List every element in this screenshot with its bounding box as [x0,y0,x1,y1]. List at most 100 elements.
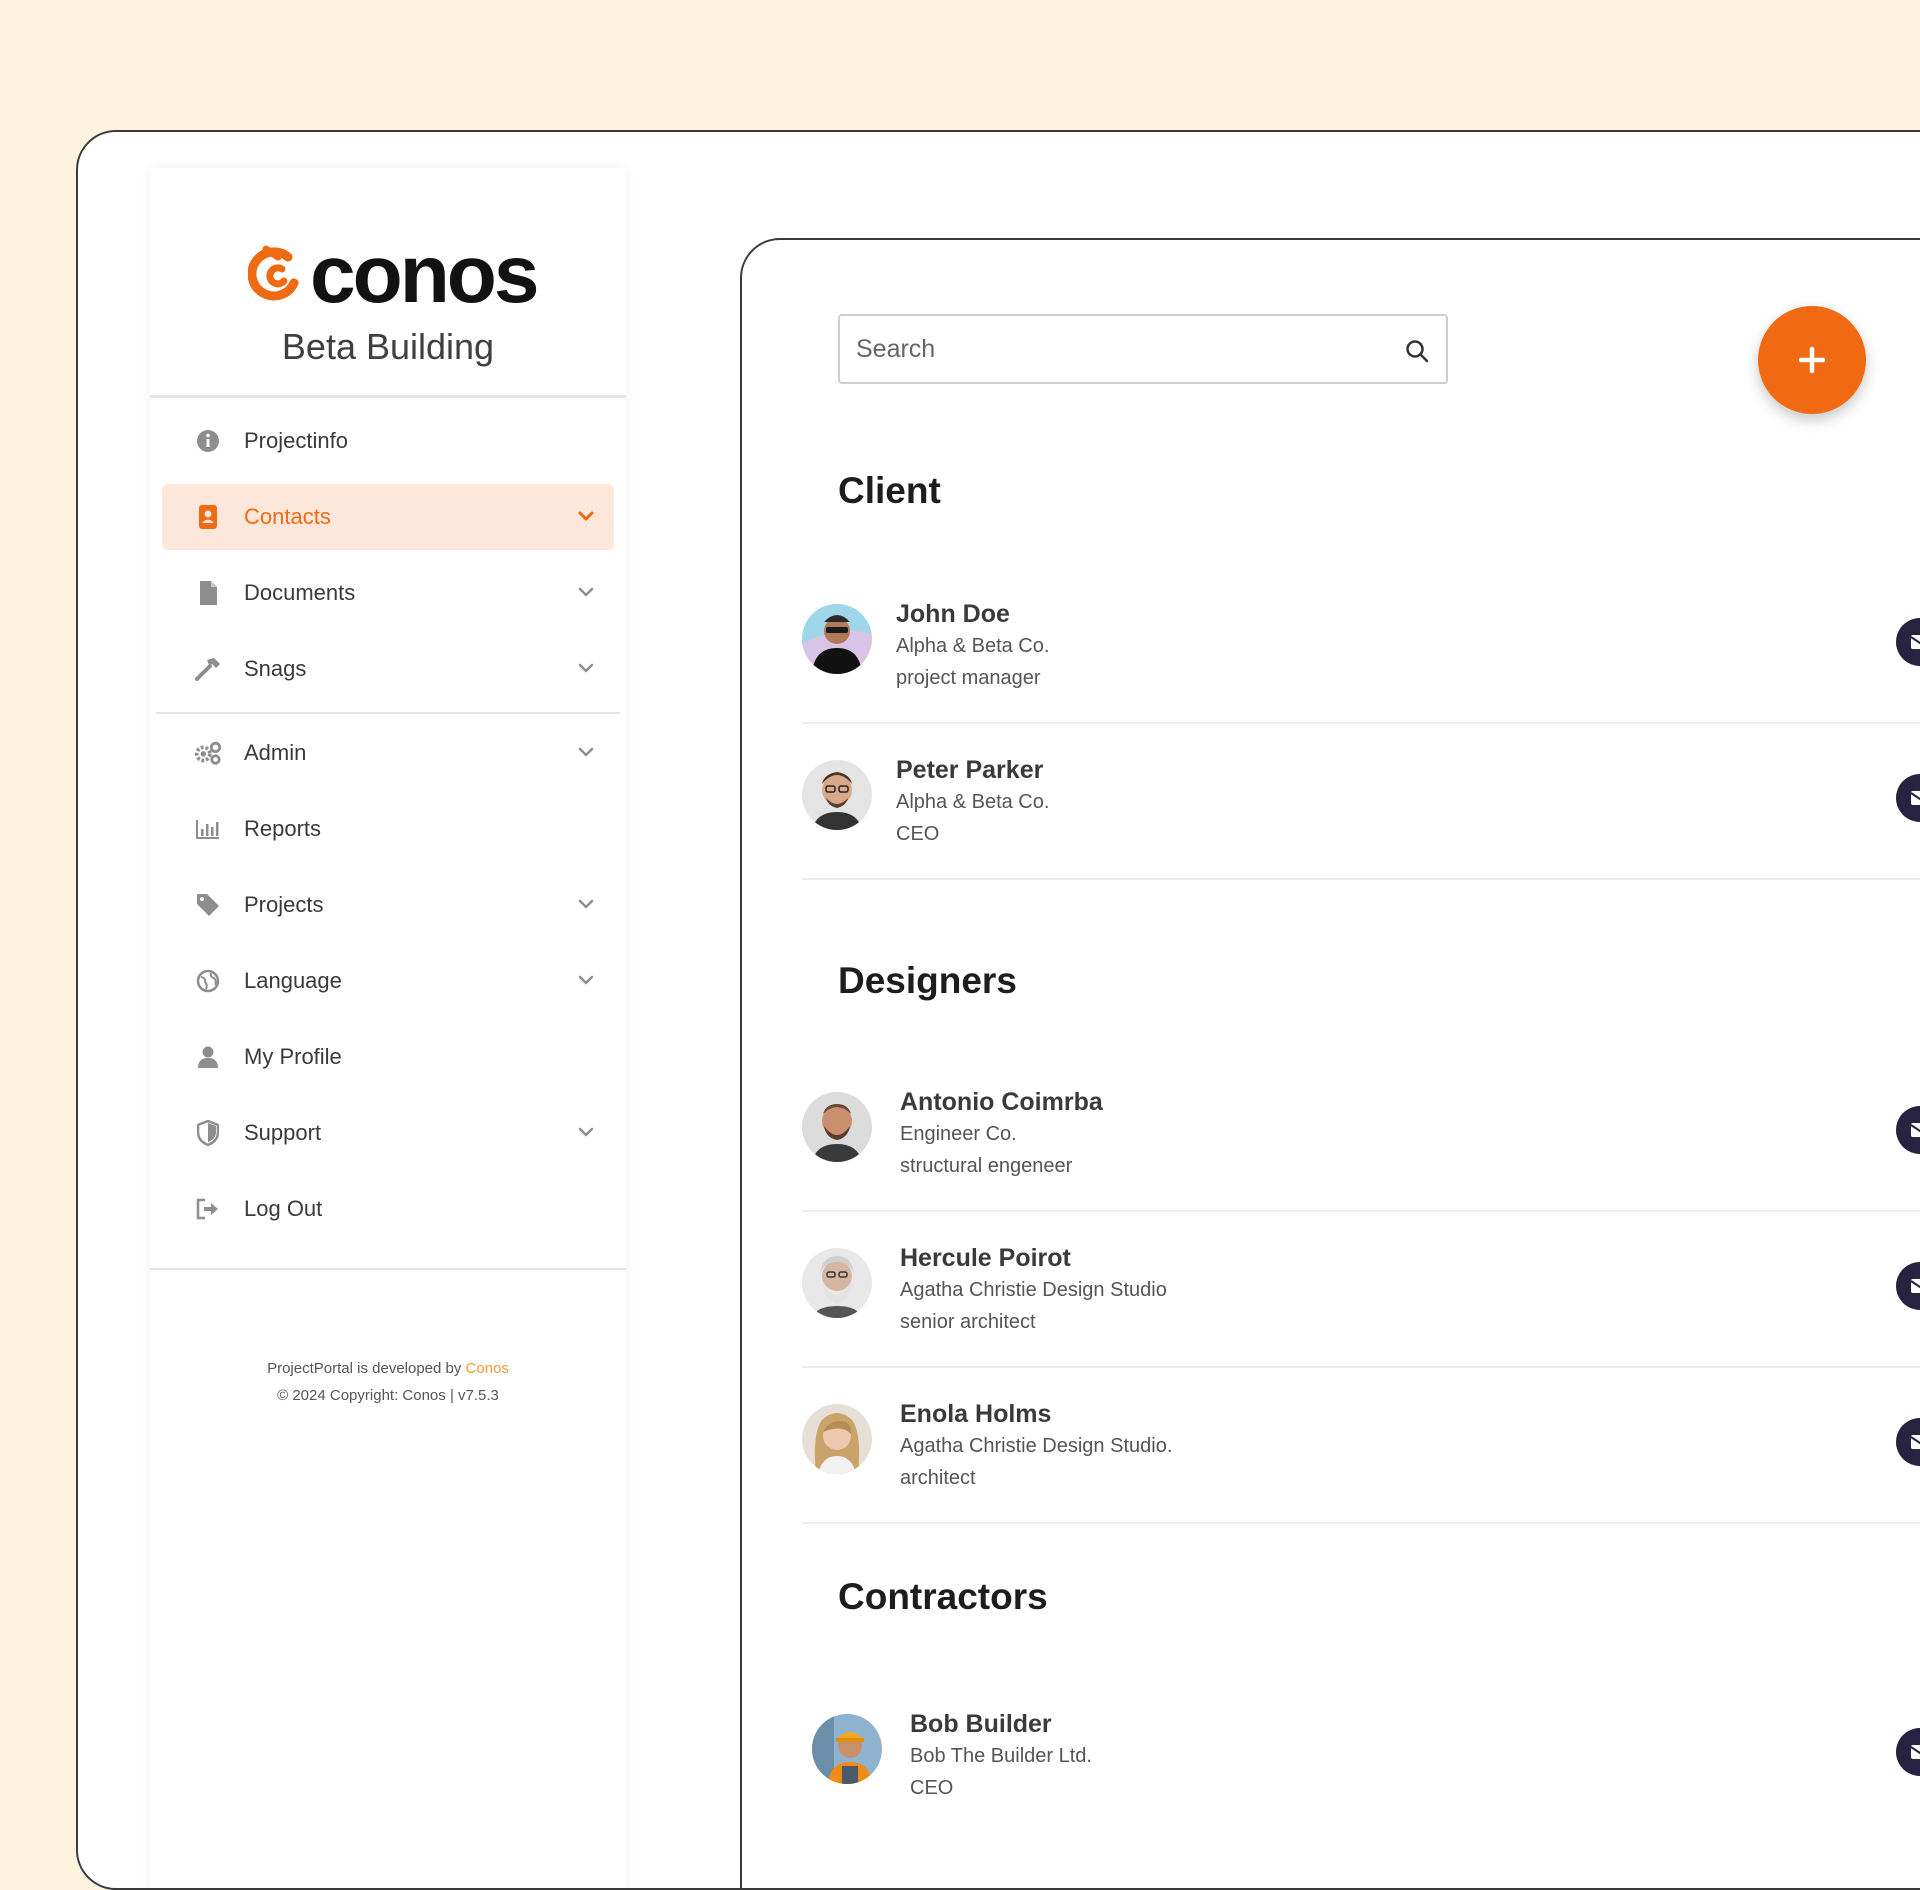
conos-link[interactable]: Conos [466,1360,509,1377]
email-button[interactable] [1896,1262,1920,1310]
sidebar-item-label: Admin [244,740,307,765]
sidebar-item-label: Reports [244,816,322,841]
contact-role: project manager [896,667,1041,689]
search-input[interactable] [840,333,1378,365]
sidebar-item-my-profile[interactable]: My Profile [162,1024,614,1090]
contacts-panel: Client John Doe Alpha & Beta Co. project… [740,238,1920,1888]
contact-role: structural engeneer [900,1155,1073,1177]
sidebar-item-label: Log Out [244,1196,323,1221]
email-button[interactable] [1896,618,1920,666]
envelope-icon [1910,1279,1920,1293]
search-icon[interactable] [1404,338,1430,364]
sidebar-item-contacts[interactable]: Contacts [162,484,614,550]
contact-company: Bob The Builder Ltd. [910,1745,1092,1767]
globe-icon [194,967,222,995]
email-button[interactable] [1896,1106,1920,1154]
envelope-icon [1910,1123,1920,1137]
section-title-designers: Designers [838,960,1017,1001]
info-icon [194,427,222,455]
contact-company: Alpha & Beta Co. [896,635,1050,657]
app-window: conos Beta Building Projectinfo Contacts [76,130,1920,1890]
chart-icon [194,815,222,843]
contact-company: Agatha Christie Design Studio [900,1279,1167,1301]
sidebar-item-label: Projects [244,892,324,917]
project-title: Beta Building [281,326,495,367]
contact-company: Agatha Christie Design Studio. [900,1435,1173,1457]
contact-role: CEO [910,1777,954,1799]
nav-divider [156,712,620,714]
contact-role: senior architect [900,1311,1036,1333]
chevron-down-icon [578,975,594,985]
contact-card: Antonio Coimrba Engineer Co. structural … [802,1054,1920,1212]
section-title-client: Client [838,470,941,511]
chevron-down-icon [578,899,594,909]
chevron-down-icon [578,747,594,757]
conos-logo-icon [248,245,299,301]
chevron-down-icon [578,511,594,521]
logout-icon [194,1195,222,1223]
contact-name: John Doe [896,600,1010,628]
user-icon [194,1043,222,1071]
sidebar-item-label: Snags [244,656,307,681]
contact-company: Alpha & Beta Co. [896,791,1050,813]
contact-card: Enola Holms Agatha Christie Design Studi… [802,1366,1920,1524]
conos-logo[interactable]: conos [248,234,539,316]
footer-copyright: © 2024 Copyright: Conos | v7.5.3 [277,1387,499,1404]
hammer-icon [194,655,222,683]
sidebar-item-projects[interactable]: Projects [162,872,614,938]
logo-wordmark: conos [310,229,539,320]
contact-name: Bob Builder [910,1710,1052,1738]
avatar [802,1404,872,1474]
contact-info: Bob Builder Bob The Builder Ltd. CEO [910,1708,1092,1804]
sidebar-item-label: My Profile [244,1044,342,1069]
gears-icon [194,739,222,767]
sidebar-item-documents[interactable]: Documents [162,560,614,626]
avatar [802,1248,872,1318]
contact-card: Bob Builder Bob The Builder Ltd. CEO [802,1676,1920,1832]
sidebar-item-label: Projectinfo [244,428,348,453]
sidebar-nav: Projectinfo Contacts Documents Snags Adm… [150,398,626,1242]
plus-icon [1798,346,1826,374]
tag-icon [194,891,222,919]
email-button[interactable] [1896,1728,1920,1776]
sidebar-item-log-out[interactable]: Log Out [162,1176,614,1242]
sidebar-item-admin[interactable]: Admin [162,720,614,786]
contact-card: Peter Parker Alpha & Beta Co. CEO [802,722,1920,880]
section-title-contractors: Contractors [838,1576,1048,1617]
sidebar-item-language[interactable]: Language [162,948,614,1014]
email-button[interactable] [1896,1418,1920,1466]
contact-card: John Doe Alpha & Beta Co. project manage… [802,566,1920,724]
contact-role: CEO [896,823,940,845]
sidebar-item-projectinfo[interactable]: Projectinfo [162,408,614,474]
avatar [802,604,872,674]
contact-info: Enola Holms Agatha Christie Design Studi… [900,1398,1172,1494]
avatar [802,1092,872,1162]
email-button[interactable] [1896,774,1920,822]
footer-credit: ProjectPortal is developed by Conos [150,1355,626,1382]
envelope-icon [1910,1435,1920,1449]
contact-role: architect [900,1467,976,1489]
chevron-down-icon [578,587,594,597]
sidebar-footer: ProjectPortal is developed by Conos © 20… [150,1355,626,1409]
add-contact-button[interactable] [1758,306,1866,414]
contact-card: Hercule Poirot Agatha Christie Design St… [802,1210,1920,1368]
shield-icon [194,1119,222,1147]
avatar [812,1714,882,1784]
sidebar: conos Beta Building Projectinfo Contacts [150,168,626,1888]
contact-name: Hercule Poirot [900,1244,1071,1272]
sidebar-item-snags[interactable]: Snags [162,636,614,702]
avatar [802,760,872,830]
contact-company: Engineer Co. [900,1123,1017,1145]
contacts-icon [194,503,222,531]
envelope-icon [1910,791,1920,805]
contact-name: Antonio Coimrba [900,1088,1103,1116]
sidebar-item-reports[interactable]: Reports [162,796,614,862]
chevron-down-icon [578,1127,594,1137]
contact-name: Peter Parker [896,756,1044,784]
sidebar-item-label: Documents [244,580,356,605]
chevron-down-icon [578,663,594,673]
sidebar-item-label: Support [244,1120,322,1145]
contact-info: Antonio Coimrba Engineer Co. structural … [900,1086,1103,1182]
sidebar-item-label: Contacts [244,504,331,529]
sidebar-item-support[interactable]: Support [162,1100,614,1166]
